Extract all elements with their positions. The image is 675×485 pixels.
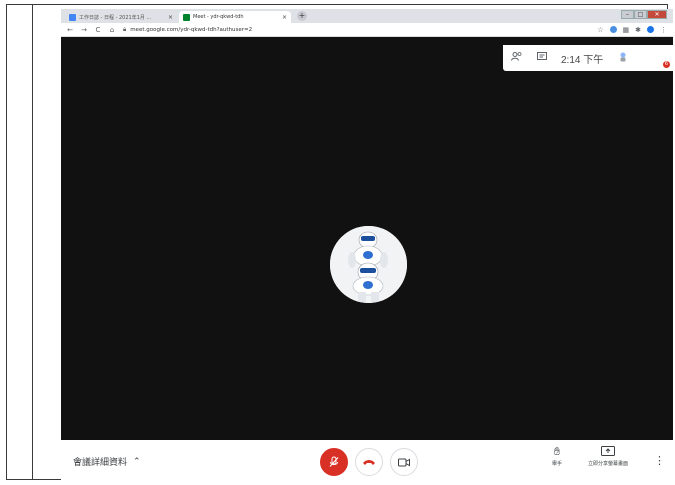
chevron-up-icon: ⌃ [133,456,141,467]
camera-icon [398,458,410,466]
browser-toolbar: ← → C ⌂ 🔒︎ meet.google.com/ydr-qkwd-tdh?… [61,23,673,37]
hang-up-icon [363,460,375,465]
extension-grid-icon[interactable]: ▦ [623,26,630,34]
bookmark-star-icon[interactable]: ☆ [597,26,603,34]
robot-avatar-icon [330,226,407,303]
frame-divider [32,5,33,479]
raise-hand-icon: ✋︎ [553,445,561,458]
browser-menu-icon[interactable]: ⋮ [660,26,667,34]
meeting-details-label: 會議詳細資料 [73,458,128,468]
maximize-icon[interactable]: □ [634,10,647,19]
meeting-details-toggle[interactable]: 會議詳細資料 ⌃ [73,455,141,469]
minimize-icon[interactable]: – [621,10,634,19]
tab-bar: 工作日誌 - 日程 - 2021年1月 ... × Meet - ydr-qkw… [61,9,673,23]
more-options-icon[interactable]: ⋮ [654,454,665,467]
tab-close-icon[interactable]: × [168,14,173,21]
bottom-control-bar: 會議詳細資料 ⌃ ✋︎ 舉手 立即分享螢幕畫面 ⋮ [61,440,673,483]
forward-icon[interactable]: → [79,26,89,34]
participant-avatar [330,226,407,303]
microphone-toggle-button[interactable] [320,448,348,476]
new-tab-button[interactable]: + [297,11,307,21]
chat-icon[interactable] [537,52,547,64]
present-now-label: 立即分享螢幕畫面 [587,461,628,467]
profile-avatar-icon[interactable] [647,26,654,33]
reload-icon[interactable]: C [93,26,103,34]
camera-toggle-button[interactable] [390,448,418,476]
present-now-button[interactable]: 立即分享螢幕畫面 [588,446,628,467]
tab-close-icon[interactable]: × [282,14,287,21]
meeting-time: 2:14 下午 [561,54,604,66]
close-window-icon[interactable]: ✕ [647,10,667,19]
window-controls: – □ ✕ [621,10,667,19]
back-icon[interactable]: ← [65,26,75,34]
lock-icon: 🔒︎ [123,25,127,33]
toolbar-actions: ☆ ▦ ✱ ⋮ [597,26,667,34]
tab-meet[interactable]: Meet - ydr-qkwd-tdh × [179,11,291,23]
tab-title: Meet - ydr-qkwd-tdh [193,14,244,20]
mic-off-icon [329,456,339,467]
raise-hand-button[interactable]: ✋︎ 舉手 [552,446,562,467]
address-bar[interactable]: 🔒︎ meet.google.com/ydr-qkwd-tdh?authuser… [123,25,597,35]
extension-blue-icon[interactable] [609,26,617,33]
top-info-panel: 2:14 下午 6 [503,45,673,71]
notification-badge: 6 [663,61,670,68]
calendar-favicon-icon [69,13,76,21]
raise-hand-label: 舉手 [551,461,562,467]
call-controls [320,448,418,476]
meet-favicon-icon [183,13,190,21]
home-icon[interactable]: ⌂ [107,26,117,34]
right-actions: ✋︎ 舉手 立即分享螢幕畫面 ⋮ [552,446,665,467]
extensions-puzzle-icon[interactable]: ✱ [635,26,641,34]
tab-title: 工作日誌 - 日程 - 2021年1月 ... [79,14,152,21]
url-text: meet.google.com/ydr-qkwd-tdh?authuser=2 [130,26,253,33]
participants-icon[interactable] [511,52,523,64]
present-screen-icon [600,446,615,456]
tab-calendar[interactable]: 工作日誌 - 日程 - 2021年1月 ... × [65,11,177,23]
browser-window: 工作日誌 - 日程 - 2021年1月 ... × Meet - ydr-qkw… [61,9,673,483]
end-call-button[interactable] [355,448,383,476]
activities-icon[interactable] [617,51,629,66]
